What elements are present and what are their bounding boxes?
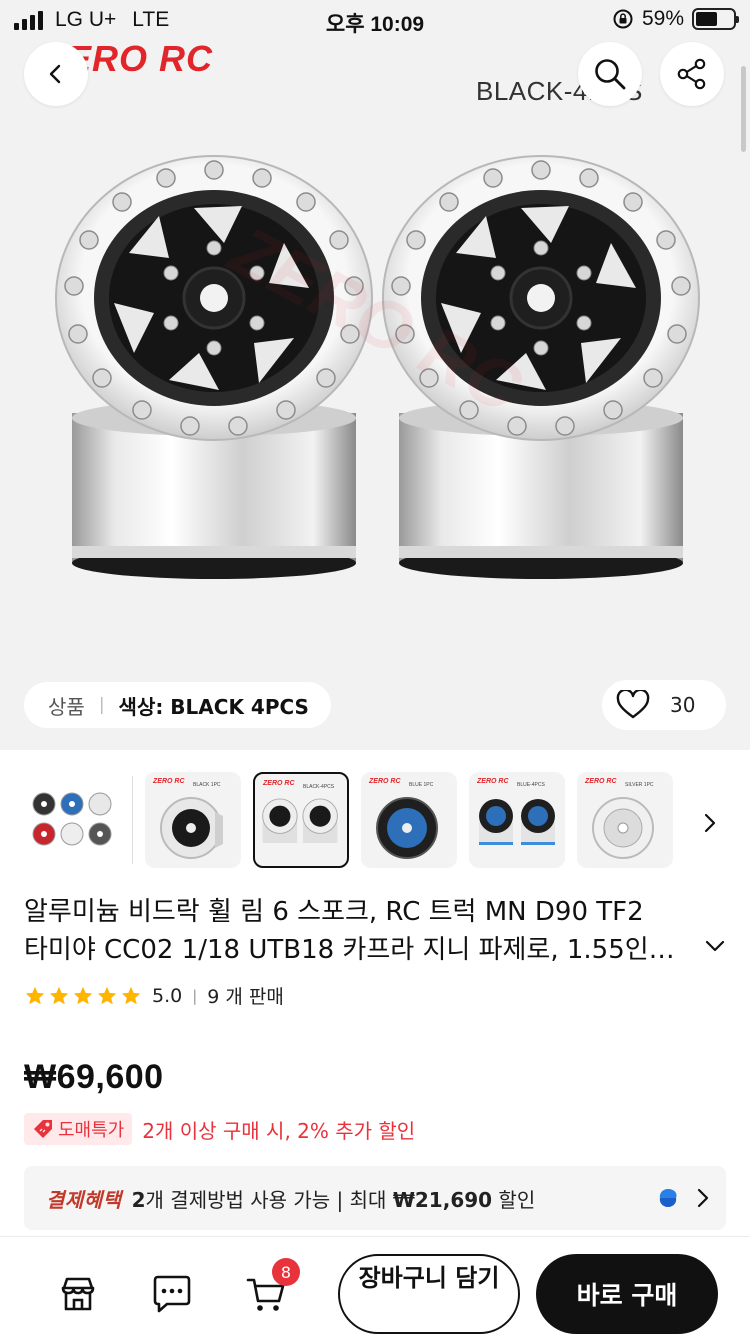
thumbnail-caption: BLACK-4PCS [303, 784, 335, 790]
thumbnail-3[interactable]: ZERO RC BLUE 1PC [361, 772, 457, 868]
thumbnail-image [32, 792, 112, 846]
payment-benefit-text: 2개 결제방법 사용 가능 | 최대 ₩21,690 할인 [131, 1187, 536, 1212]
thumbnail-next-button[interactable] [692, 808, 728, 838]
wholesale-promo: 도매특가 2개 이상 구매 시, 2% 추가 할인 [24, 1113, 415, 1145]
wholesale-badge-label: 도매특가 [58, 1120, 125, 1141]
divider: | [98, 695, 105, 715]
orientation-lock-icon [613, 9, 633, 29]
heart-icon [616, 690, 650, 719]
thumbnail-brand: ZERO RC [369, 778, 401, 785]
sold-count: 9 개 판매 [207, 986, 284, 1008]
thumbnail-5[interactable]: ZERO RC SILVER 1PC [577, 772, 673, 868]
rating-row[interactable]: 5.0 | 9 개 판매 [24, 982, 284, 1009]
thumbnail-divider [132, 776, 133, 864]
variant-value: 색상: BLACK 4PCS [118, 694, 309, 719]
price: ₩69,600 [24, 1058, 164, 1096]
star-icon [97, 986, 117, 1004]
payment-benefit-card[interactable]: 결제혜택 2개 결제방법 사용 가능 | 최대 ₩21,690 할인 [24, 1166, 726, 1230]
chevron-right-icon [697, 1188, 709, 1208]
battery-icon [692, 8, 739, 30]
chat-button[interactable] [150, 1272, 194, 1316]
store-button[interactable] [56, 1272, 100, 1316]
cart-count-badge: 8 [272, 1258, 300, 1286]
wholesale-badge: 도매특가 [24, 1113, 133, 1145]
thumbnail-brand: ZERO RC [263, 780, 295, 787]
star-icon [49, 986, 69, 1004]
rating-value: 5.0 [152, 984, 183, 1007]
status-bar: LG U+ LTE 오후 10:09 59% [0, 0, 750, 40]
scrollbar[interactable] [741, 66, 746, 152]
thumbnail-1[interactable]: ZERO RC BLACK 1PC [145, 772, 241, 868]
star-icon [73, 986, 93, 1004]
buy-now-button[interactable]: 바로 구매 [536, 1254, 718, 1334]
variant-kind-label: 상품 [48, 694, 85, 719]
divider: | [192, 986, 198, 1005]
share-icon [677, 58, 706, 90]
search-button[interactable] [578, 42, 642, 106]
thumbnail-2[interactable]: ZERO RC BLACK-4PCS [253, 772, 349, 868]
battery-percent: 59% [641, 7, 684, 30]
chevron-down-icon [705, 940, 725, 952]
thumbnail-caption: BLUE-4PCS [517, 782, 545, 788]
payment-benefit-title: 결제혜택 [46, 1187, 122, 1212]
expand-title-button[interactable] [700, 934, 730, 958]
star-icon [25, 986, 45, 1004]
thumbnail-brand: ZERO RC [585, 778, 617, 785]
tag-icon [34, 1120, 52, 1138]
thumbnail-strip: ZERO RC BLACK 1PC ZERO RC BLACK-4PCS ZER… [24, 772, 750, 870]
chevron-left-icon [49, 64, 61, 84]
thumbnail-caption: SILVER 1PC [625, 782, 654, 788]
search-icon [595, 59, 626, 90]
chevron-right-icon [704, 813, 716, 833]
thumbnail-brand: ZERO RC [153, 778, 185, 785]
thumbnail-0[interactable] [24, 772, 120, 868]
chat-icon [153, 1275, 191, 1313]
selected-variant[interactable]: 상품 | 색상: BLACK 4PCS [24, 682, 331, 728]
thumbnail-caption: BLUE 1PC [409, 782, 434, 788]
wishlist-count: 30 [670, 693, 696, 717]
wishlist-button[interactable]: 30 [602, 680, 726, 730]
back-button[interactable] [24, 42, 88, 106]
thumbnail-caption: BLACK 1PC [193, 782, 221, 788]
wholesale-text: 2개 이상 구매 시, 2% 추가 할인 [142, 1118, 416, 1143]
star-icon [121, 986, 141, 1004]
product-title: 알루미늄 비드락 휠 림 6 스포크, RC 트럭 MN D90 TF2 타미야… [24, 897, 681, 965]
add-to-cart-button[interactable]: 장바구니 담기 [338, 1254, 520, 1334]
store-icon [61, 1277, 95, 1311]
thumbnail-4[interactable]: ZERO RC BLUE-4PCS [469, 772, 565, 868]
product-image-gallery[interactable]: ZERO RC ZERO RC BLACK-4PCS [0, 0, 750, 750]
payment-brand-icon [659, 1189, 677, 1207]
product-photo: ZERO RC [54, 154, 701, 581]
star-rating [24, 985, 142, 1007]
thumbnail-brand: ZERO RC [477, 778, 509, 785]
share-button[interactable] [660, 42, 724, 106]
